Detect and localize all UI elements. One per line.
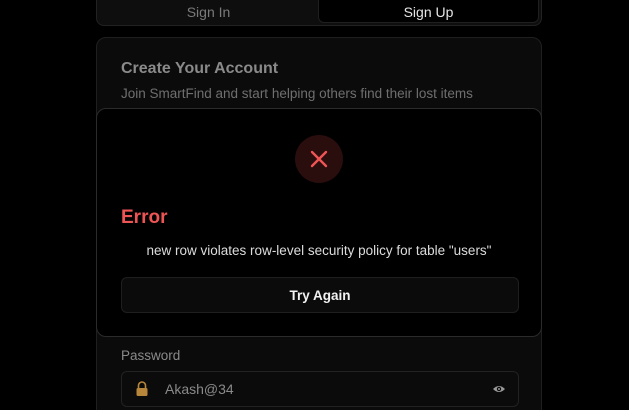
page: Sign In Sign Up Create Your Account Join… xyxy=(0,0,629,410)
error-message: new row violates row-level security poli… xyxy=(146,243,492,258)
error-title: Error xyxy=(121,207,168,228)
close-icon xyxy=(310,150,328,168)
eye-icon[interactable] xyxy=(492,384,506,394)
tab-sign-in[interactable]: Sign In xyxy=(99,0,318,23)
password-input[interactable] xyxy=(163,380,492,398)
password-label: Password xyxy=(121,348,181,363)
error-modal: Error new row violates row-level securit… xyxy=(96,108,542,337)
error-icon-badge xyxy=(295,135,343,183)
card-subtitle: Join SmartFind and start helping others … xyxy=(121,86,473,101)
lock-icon xyxy=(136,381,148,396)
tab-sign-up[interactable]: Sign Up xyxy=(318,0,539,23)
password-field-wrapper xyxy=(121,371,519,407)
try-again-button[interactable]: Try Again xyxy=(121,277,519,313)
auth-tabs: Sign In Sign Up xyxy=(96,0,542,26)
card-title: Create Your Account xyxy=(121,60,279,77)
